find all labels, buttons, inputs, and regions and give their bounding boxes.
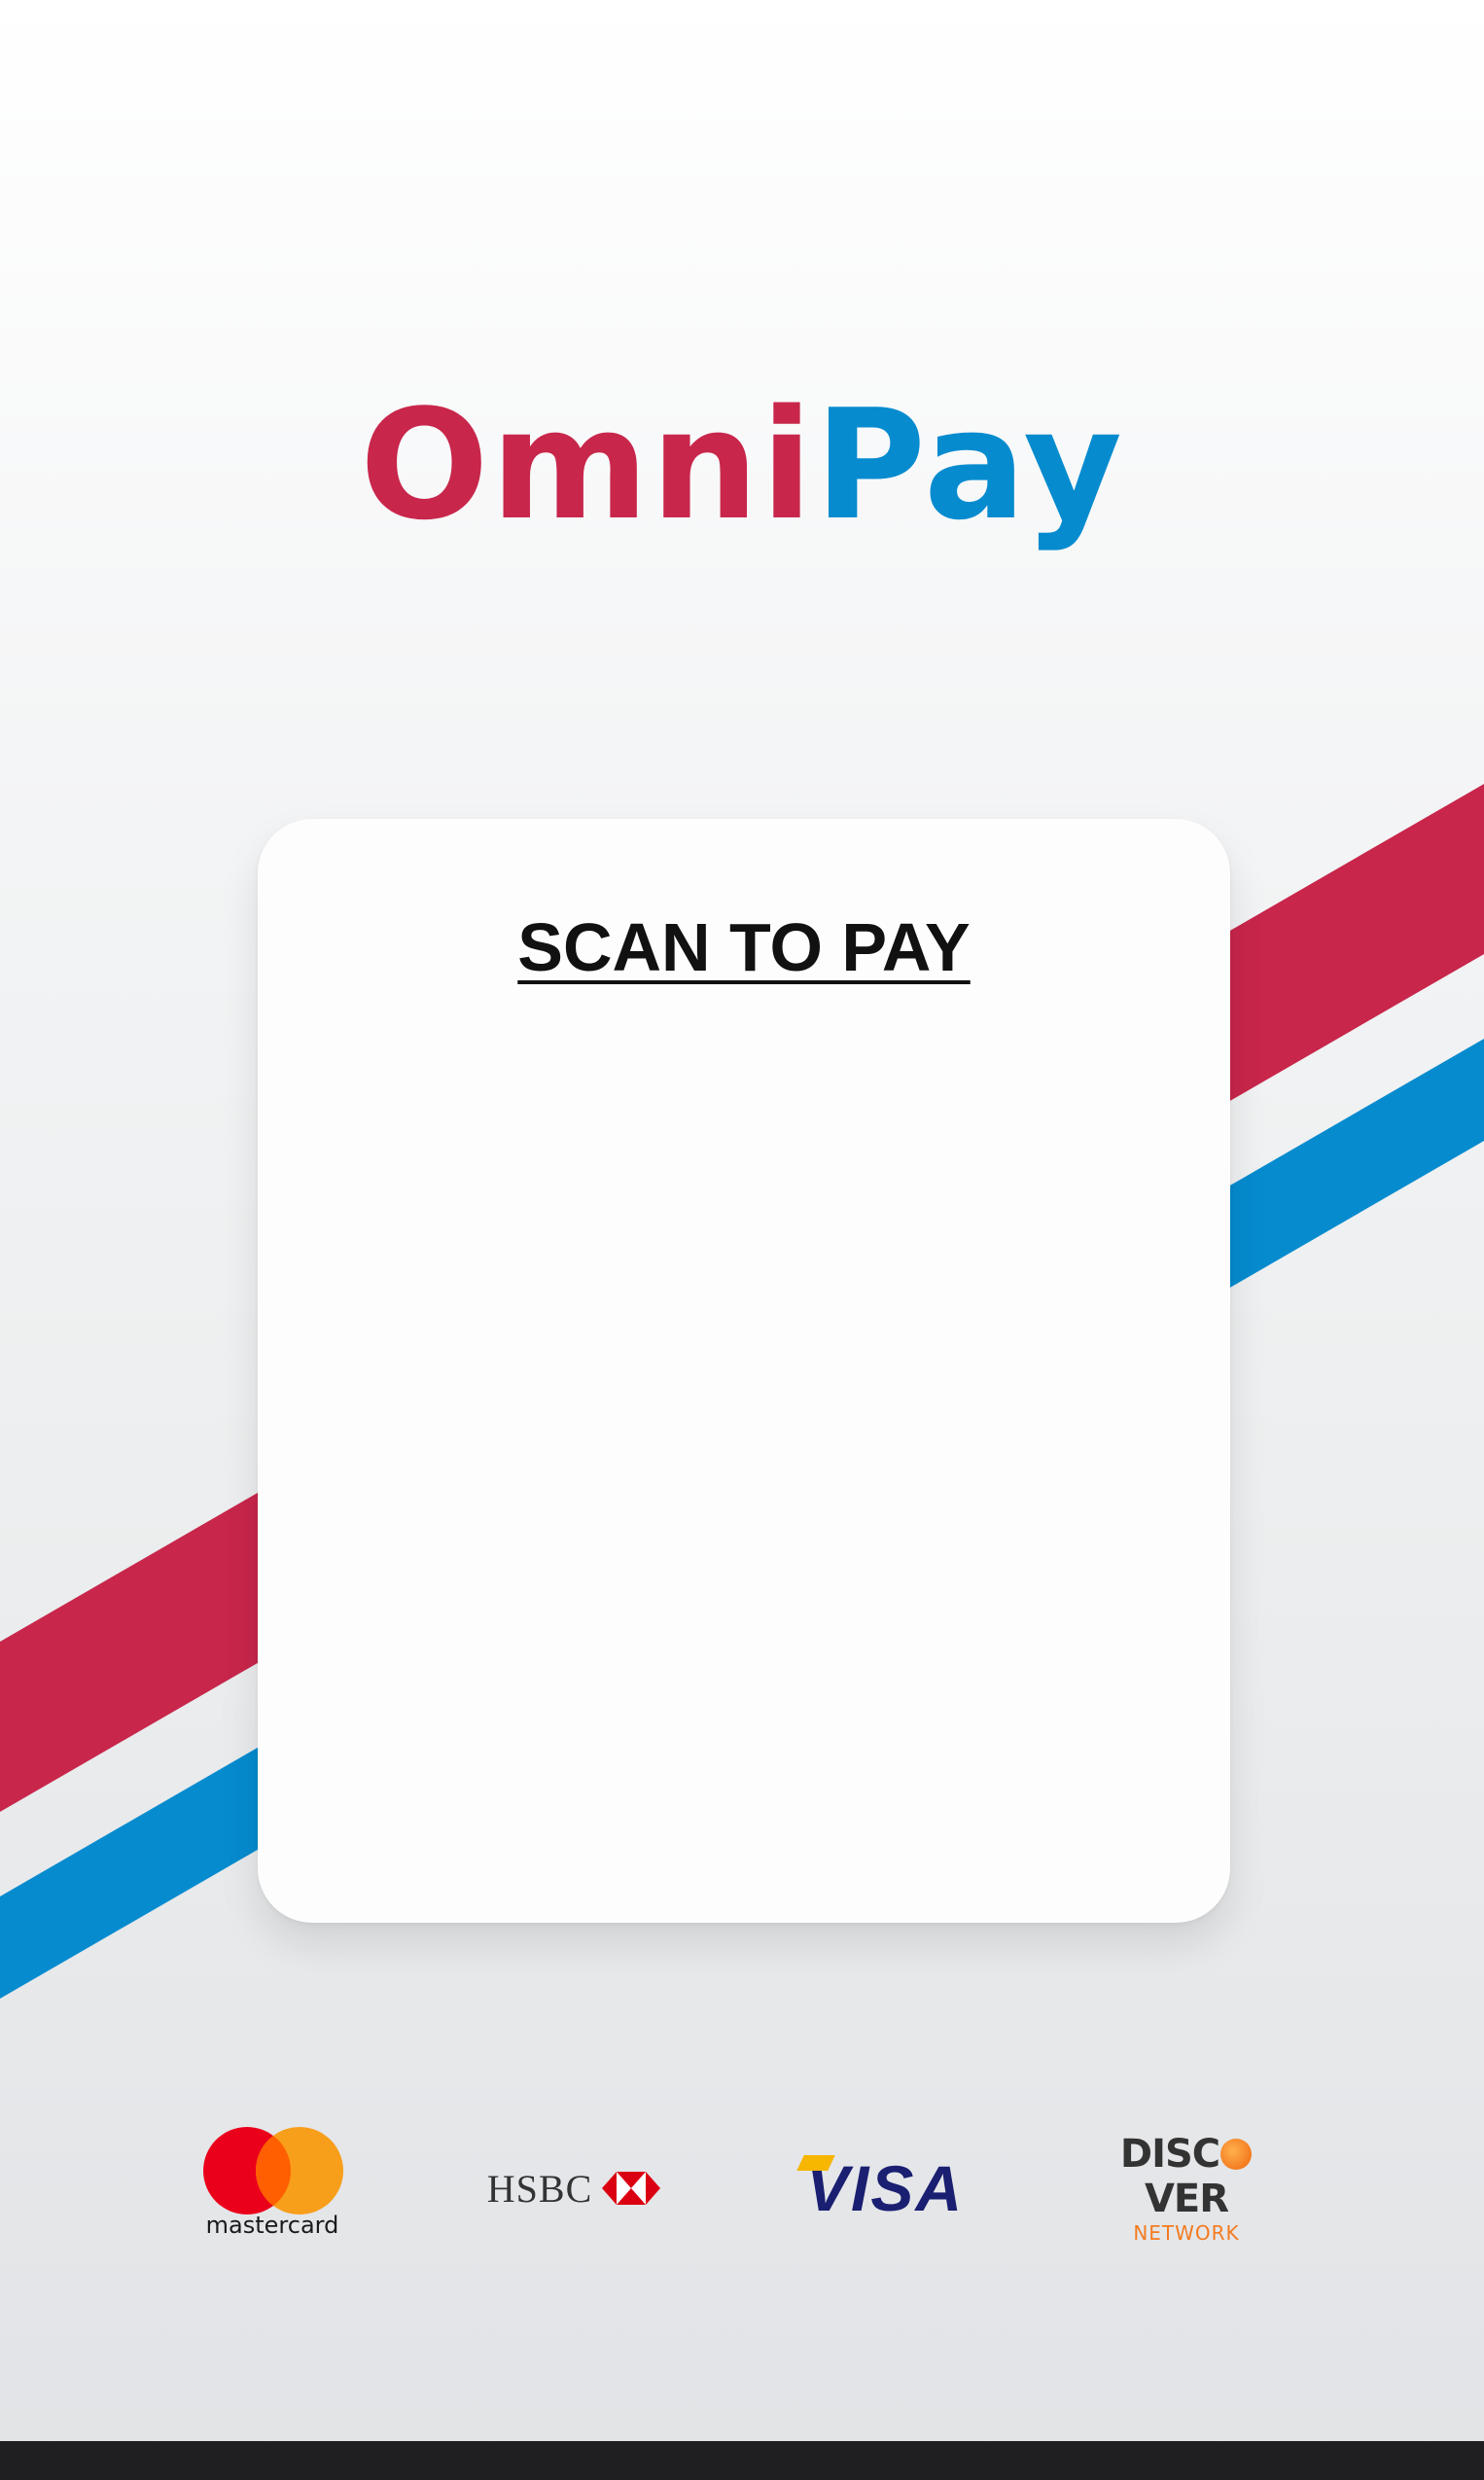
discover-logo: DISCVER NETWORK [1079,2120,1293,2256]
visa-logo: VISA [788,2120,982,2256]
discover-network-label: NETWORK [1133,2221,1240,2245]
bottom-bar [0,2441,1484,2480]
scan-to-pay-title: SCAN TO PAY [517,909,971,985]
mastercard-logo: mastercard [175,2120,370,2256]
hsbc-label: HSBC [486,2166,593,2211]
mastercard-circles-icon [203,2127,343,2214]
mastercard-label: mastercard [205,2212,339,2239]
discover-orange-circle-icon [1220,2139,1253,2170]
omnipay-logo: OmniPay [0,389,1484,541]
discover-label-end: VER [1144,2177,1229,2221]
qr-code-area [355,1033,1133,1840]
logo-omni-text: Omni [359,376,815,553]
discover-label-start: DISC [1119,2132,1220,2177]
logo-pay-text: Pay [814,376,1124,553]
hsbc-logo: HSBC [467,2120,681,2256]
scan-to-pay-card: SCAN TO PAY [258,819,1230,1923]
hsbc-hexagon-icon [602,2172,661,2205]
payment-logos-row: mastercard HSBC VISA DISCVER NETWORK [0,2120,1484,2256]
